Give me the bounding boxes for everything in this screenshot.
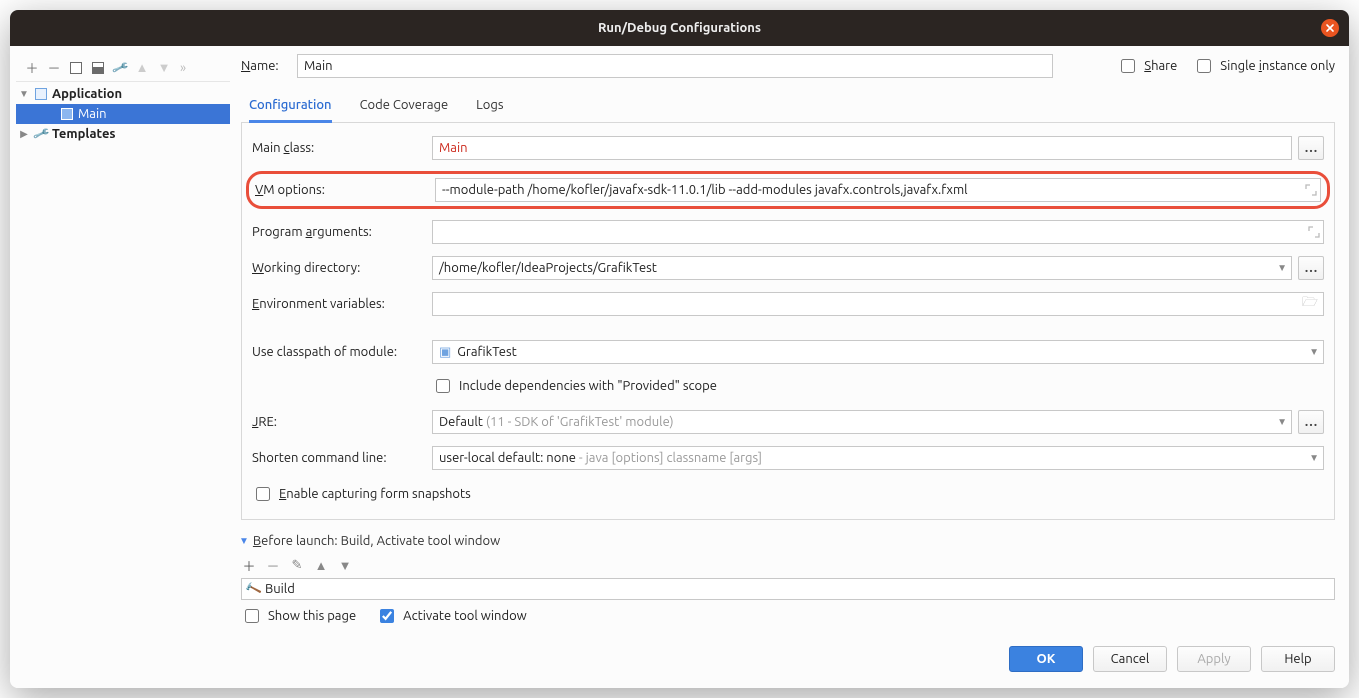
tree-node-application[interactable]: ▼ Application bbox=[16, 84, 230, 104]
add-config-button[interactable]: ＋ bbox=[22, 58, 42, 78]
move-up-button[interactable]: ▲ bbox=[132, 58, 152, 78]
hammer-icon: 🔨 bbox=[244, 580, 263, 598]
browse-jre-button[interactable]: … bbox=[1298, 410, 1324, 434]
apply-button[interactable]: Apply bbox=[1177, 646, 1251, 672]
close-icon bbox=[1325, 23, 1335, 33]
chevron-down-icon: ▼ bbox=[1277, 262, 1287, 274]
show-this-page-checkbox[interactable]: Show this page bbox=[241, 606, 356, 626]
ok-button[interactable]: OK bbox=[1009, 646, 1083, 672]
vm-options-field[interactable] bbox=[435, 178, 1321, 202]
classpath-module-combo[interactable]: ▣ GrafikTest ▼ bbox=[432, 340, 1324, 364]
titlebar: Run/Debug Configurations bbox=[10, 10, 1349, 46]
application-icon bbox=[60, 107, 74, 121]
expand-icon: ▼ bbox=[239, 535, 249, 547]
folder-icon[interactable]: 🗁 bbox=[1302, 293, 1318, 315]
add-task-button[interactable]: ＋ bbox=[241, 557, 257, 573]
close-window-button[interactable] bbox=[1321, 19, 1339, 37]
edit-defaults-button[interactable]: 🔧 bbox=[110, 58, 130, 78]
working-dir-label: Working directory: bbox=[252, 261, 432, 275]
edit-task-button[interactable]: ✎ bbox=[289, 557, 305, 573]
activate-tool-window-checkbox[interactable]: Activate tool window bbox=[376, 606, 527, 626]
vm-options-label: VM options: bbox=[255, 183, 435, 197]
single-instance-checkbox[interactable]: Single instance only bbox=[1193, 56, 1335, 76]
before-launch-header[interactable]: ▼ Before launch: Build, Activate tool wi… bbox=[239, 534, 1335, 548]
move-down-button[interactable]: ▼ bbox=[154, 58, 174, 78]
classpath-module-label: Use classpath of module: bbox=[252, 345, 432, 359]
config-tree[interactable]: ▼ Application Main ▶ 🔧 Templates bbox=[16, 84, 230, 144]
before-launch-task-build[interactable]: 🔨 Build bbox=[241, 578, 1335, 600]
application-icon bbox=[34, 87, 48, 101]
tree-label: Application bbox=[52, 87, 122, 101]
copy-icon bbox=[70, 62, 82, 74]
sidebar-toolbar: ＋ － 🔧 ▲ ▼ » bbox=[16, 54, 230, 82]
save-config-button[interactable] bbox=[88, 58, 108, 78]
main-class-field[interactable] bbox=[432, 136, 1292, 160]
env-vars-field[interactable] bbox=[432, 292, 1324, 316]
move-task-down-button[interactable]: ▼ bbox=[337, 557, 353, 573]
share-checkbox[interactable]: Share bbox=[1117, 56, 1177, 76]
dialog-footer: OK Cancel Apply Help bbox=[10, 634, 1349, 688]
templates-icon: 🔧 bbox=[34, 127, 48, 141]
browse-working-dir-button[interactable]: … bbox=[1298, 256, 1324, 280]
working-dir-field[interactable]: /home/kofler/IdeaProjects/GrafikTest ▼ bbox=[432, 256, 1292, 280]
cancel-button[interactable]: Cancel bbox=[1093, 646, 1167, 672]
tab-code-coverage[interactable]: Code Coverage bbox=[360, 92, 449, 122]
config-tabs: Configuration Code Coverage Logs bbox=[241, 92, 1335, 123]
remove-config-button[interactable]: － bbox=[44, 58, 64, 78]
program-args-field[interactable] bbox=[432, 220, 1324, 244]
save-icon bbox=[92, 62, 104, 74]
dialog-window: Run/Debug Configurations ＋ － 🔧 ▲ ▼ » bbox=[10, 10, 1349, 688]
enable-snapshots-checkbox[interactable]: Enable capturing form snapshots bbox=[252, 484, 471, 504]
shorten-cmd-label: Shorten command line: bbox=[252, 451, 432, 465]
name-label: Name: bbox=[241, 59, 287, 73]
shorten-cmd-combo[interactable]: user-local default: none - java [options… bbox=[432, 446, 1324, 470]
chevron-down-icon: ▼ bbox=[1277, 416, 1287, 428]
remove-task-button[interactable]: － bbox=[265, 557, 281, 573]
module-icon: ▣ bbox=[439, 345, 451, 360]
move-task-up-button[interactable]: ▲ bbox=[313, 557, 329, 573]
overflow-icon: » bbox=[176, 58, 190, 78]
wrench-icon: 🔧 bbox=[111, 58, 130, 76]
browse-main-class-button[interactable]: … bbox=[1298, 136, 1324, 160]
collapse-icon: ▶ bbox=[18, 128, 30, 140]
main-class-label: Main class: bbox=[252, 141, 432, 155]
jre-combo[interactable]: Default (11 - SDK of 'GrafikTest' module… bbox=[432, 410, 1292, 434]
before-launch-toolbar: ＋ － ✎ ▲ ▼ bbox=[241, 554, 1335, 576]
name-field[interactable] bbox=[297, 54, 1053, 78]
include-provided-checkbox[interactable]: Include dependencies with "Provided" sco… bbox=[432, 376, 717, 396]
tree-node-templates[interactable]: ▶ 🔧 Templates bbox=[16, 124, 230, 144]
copy-config-button[interactable] bbox=[66, 58, 86, 78]
env-vars-label: Environment variables: bbox=[252, 297, 432, 311]
chevron-down-icon: ▼ bbox=[1309, 452, 1319, 464]
tab-configuration[interactable]: Configuration bbox=[249, 92, 332, 123]
tree-label: Main bbox=[78, 107, 107, 121]
configurations-sidebar: ＋ － 🔧 ▲ ▼ » ▼ Application bbox=[10, 46, 231, 634]
jre-label: JRE: bbox=[252, 415, 432, 429]
window-title: Run/Debug Configurations bbox=[598, 21, 761, 35]
tree-label: Templates bbox=[52, 127, 116, 141]
chevron-down-icon: ▼ bbox=[1309, 346, 1319, 358]
expand-icon: ▼ bbox=[18, 88, 30, 100]
program-args-label: Program arguments: bbox=[252, 225, 432, 239]
tree-node-main[interactable]: Main bbox=[16, 104, 230, 124]
tab-logs[interactable]: Logs bbox=[476, 92, 503, 122]
configuration-panel: Name: Share Single instance only bbox=[231, 46, 1349, 634]
help-button[interactable]: Help bbox=[1261, 646, 1335, 672]
